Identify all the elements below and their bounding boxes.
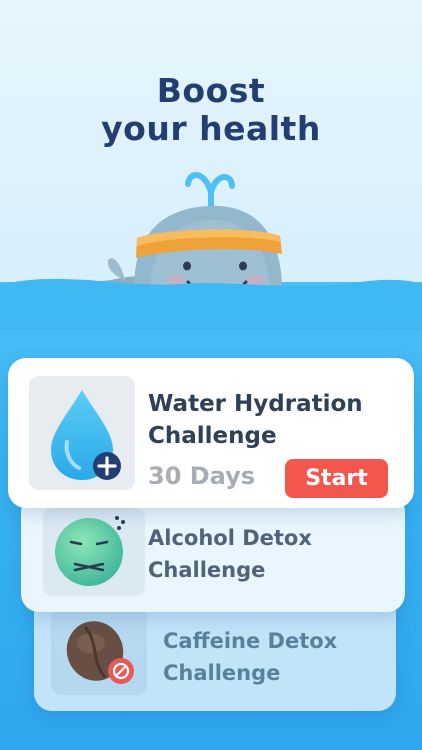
- challenge-card-water[interactable]: Water Hydration Challenge 30 Days Start: [8, 358, 414, 508]
- sick-face-thumbnail: [43, 508, 145, 596]
- challenge-card-caffeine[interactable]: Caffeine Detox Challenge: [34, 595, 396, 711]
- headline-line-2: your health: [101, 109, 321, 148]
- whale-mascot-illustration: [0, 172, 422, 330]
- challenge-title: Alcohol Detox Challenge: [148, 526, 312, 582]
- challenge-duration: 30 Days: [148, 462, 256, 490]
- challenge-title: Caffeine Detox Challenge: [163, 629, 338, 685]
- start-button[interactable]: Start: [285, 459, 388, 498]
- water-drop-thumbnail: [29, 376, 135, 490]
- coffee-bean-icon: [66, 621, 134, 684]
- page-headline: Boost your health: [0, 72, 422, 148]
- headline-line-1: Boost: [156, 71, 266, 110]
- challenge-card-alcohol[interactable]: Alcohol Detox Challenge: [21, 494, 405, 612]
- challenge-title: Water Hydration Challenge: [148, 391, 363, 449]
- water-drop-icon: [51, 390, 121, 480]
- coffee-bean-thumbnail: [51, 609, 147, 695]
- dizzy-face-icon: [55, 516, 125, 586]
